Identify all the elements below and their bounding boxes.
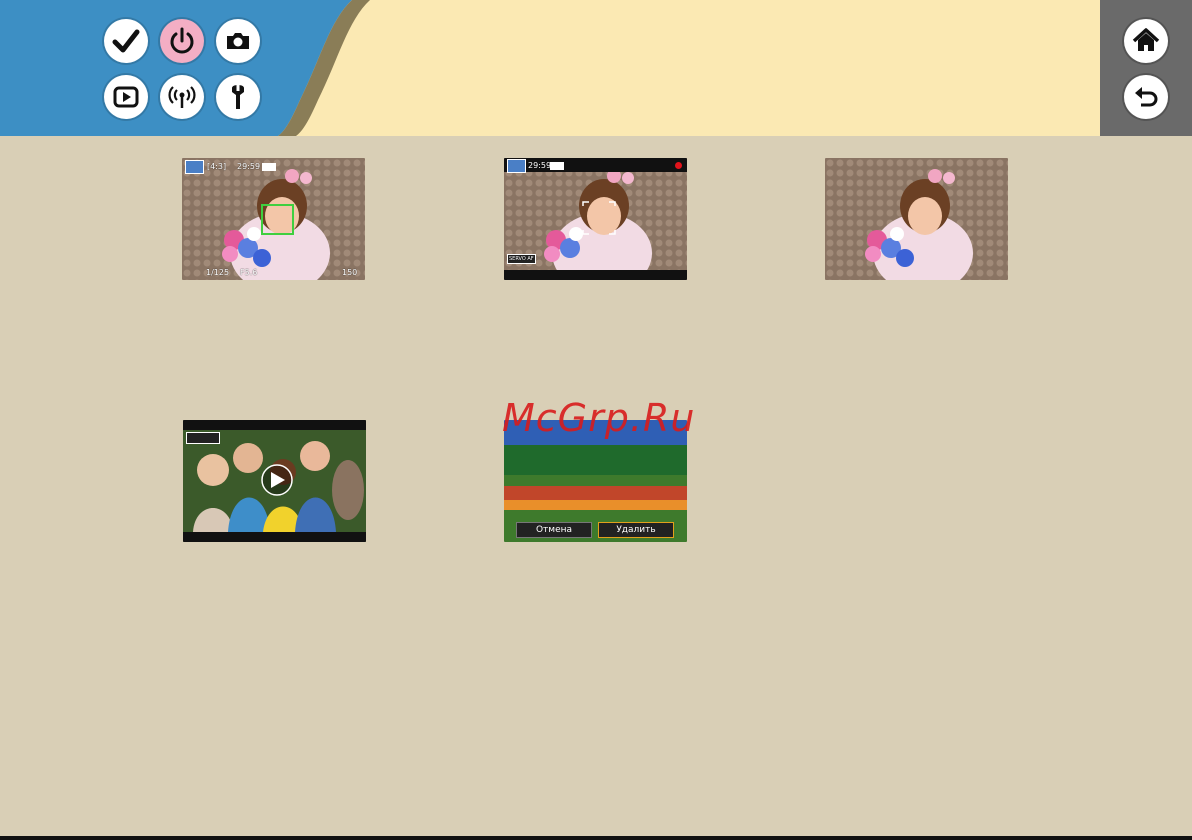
home-button[interactable] [1124,19,1168,63]
nav-settings-button[interactable] [216,75,260,119]
servo-af-label: SERVO AF [507,254,536,264]
back-arrow-icon [1135,87,1158,107]
watermark: McGrp.Ru [502,396,696,440]
playback-icon [113,86,139,108]
shots-remaining: 150 [342,268,358,277]
battery-icon [262,163,276,171]
camera-icon [227,33,249,49]
playback-mode-icon [186,432,220,444]
delete-button[interactable]: Удалить [598,522,674,538]
portrait-photo [182,158,365,280]
shooting-mode-icon [185,160,204,174]
battery-icon [550,162,564,170]
portrait-photo [825,158,1008,280]
nav-camera-button[interactable] [216,19,260,63]
record-indicator [675,162,682,169]
nav-wireless-button[interactable] [160,75,204,119]
check-icon [112,29,140,53]
nav-power-button[interactable] [160,19,204,63]
playback-portrait [825,158,1008,280]
remaining-time: 29:59 [237,162,261,171]
nav-playback-button[interactable] [104,75,148,119]
movie-screen: 29:59 SERVO AF [504,158,687,280]
back-button[interactable] [1124,75,1168,119]
cancel-button[interactable]: Отмена [516,522,592,538]
shutter-speed: 1/125 [206,268,230,277]
home-icon [1132,28,1160,51]
movie-playback-screen [183,420,366,542]
shooting-screen: [4:3] 29:59 1/125 F5.6 150 [182,158,365,280]
power-icon [170,27,194,54]
aspect-ratio-readout: [4:3] [207,162,227,171]
wrench-icon [232,85,244,109]
wireless-icon [168,86,196,108]
header [0,0,1192,136]
movie-mode-icon [507,159,526,173]
nav-check-button[interactable] [104,19,148,63]
remaining-time: 29:59 [528,161,552,170]
bottom-border [0,836,1192,840]
aperture: F5.6 [240,268,258,277]
